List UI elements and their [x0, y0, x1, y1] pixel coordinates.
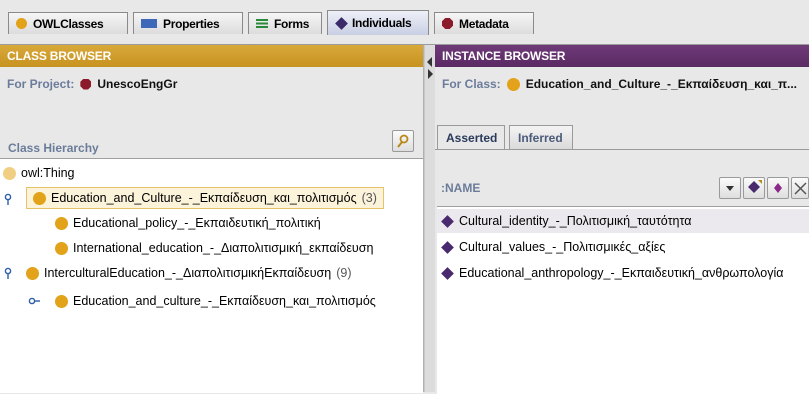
tab-properties[interactable]: Properties: [133, 12, 243, 34]
individual-diamond-icon: [441, 266, 454, 280]
add-instance-button[interactable]: [767, 177, 789, 199]
class-circle-icon: [3, 166, 16, 180]
project-hexagon-icon: [80, 78, 92, 90]
class-circle-icon: [506, 77, 520, 91]
tree-node[interactable]: InterculturalEducation_-_ΔιαπολιτισμικήΕ…: [26, 263, 351, 283]
instance-list-item[interactable]: Educational_anthropology_-_Εκπαιδευτική_…: [437, 261, 809, 285]
instance-label: Cultural_values_-_Πολιτισμικές_αξίες: [459, 240, 666, 254]
properties-rect-icon: [141, 19, 157, 28]
individual-diamond-icon: [441, 240, 454, 254]
tree-node[interactable]: owl:Thing: [3, 163, 75, 183]
tab-forms[interactable]: Forms: [248, 12, 322, 34]
instance-toolbar: :NAME: [437, 171, 809, 205]
instance-subtabs: Asserted Inferred: [435, 119, 809, 149]
create-instance-icon: [748, 180, 762, 193]
tree-node-selected[interactable]: Education_and_Culture_-_Εκπαίδευση_και_π…: [26, 187, 384, 209]
tree-node-label: Education_and_culture_-_Εκπαίδευση_και_π…: [73, 294, 376, 308]
for-class-line: For Class: Education_and_Culture_-_Εκπαί…: [435, 67, 809, 101]
find-person-icon: [397, 134, 409, 148]
create-instance-button[interactable]: [743, 177, 765, 199]
project-name: UnescoEngGr: [97, 77, 178, 91]
instance-list-item[interactable]: Cultural_identity_-_Πολιτισμική_ταυτότητ…: [437, 209, 809, 233]
for-project-label: For Project:: [7, 77, 75, 91]
name-column-label: :NAME: [441, 181, 481, 195]
class-circle-icon: [55, 294, 68, 308]
forms-lines-icon: [256, 19, 268, 28]
collapsed-handle-icon[interactable]: [28, 296, 42, 306]
collapse-right-arrow-icon[interactable]: [428, 69, 433, 79]
delete-x-icon: [794, 182, 807, 195]
tree-node-label: owl:Thing: [21, 166, 75, 180]
selected-class-name: Education_and_Culture_-_Εκπαίδευση_και_π…: [525, 77, 798, 91]
expanded-handle-icon[interactable]: [3, 267, 13, 281]
tree-node[interactable]: Educational_policy_-_Εκπαιδευτική_πολιτι…: [55, 213, 321, 233]
instance-count: (9): [336, 266, 352, 280]
class-hierarchy-header: Class Hierarchy: [0, 119, 423, 157]
class-circle-icon: [55, 241, 68, 255]
instance-diamond-icon: [774, 183, 782, 193]
metadata-hexagon-icon: [442, 18, 453, 29]
delete-instance-button[interactable]: [791, 177, 809, 199]
collapse-left-arrow-icon[interactable]: [427, 57, 432, 67]
class-tree: owl:Thing Education_and_Culture_-_Εκπαίδ…: [0, 158, 423, 393]
view-dropdown-button[interactable]: [719, 177, 741, 199]
instance-list-area: :NAME Cultural_identity_-_Πολιτισμική_τα…: [435, 149, 809, 394]
expanded-handle-icon[interactable]: [3, 193, 13, 207]
instance-list-item[interactable]: Cultural_values_-_Πολιτισμικές_αξίες: [437, 235, 809, 259]
class-circle-icon: [16, 18, 27, 29]
dropdown-arrow-icon: [726, 186, 734, 191]
tab-asserted[interactable]: Asserted: [437, 125, 505, 149]
tab-label: Metadata: [459, 16, 509, 31]
main-tab-bar: OWLClasses Properties Forms Individuals …: [0, 0, 809, 45]
for-class-label: For Class:: [442, 77, 501, 91]
instance-browser-title: INSTANCE BROWSER: [435, 45, 809, 67]
individual-diamond-icon: [441, 214, 454, 228]
class-browser-panel: CLASS BROWSER For Project: UnescoEngGr C…: [0, 45, 424, 393]
instance-label: Educational_anthropology_-_Εκπαιδευτική_…: [459, 266, 784, 280]
tab-owlclasses[interactable]: OWLClasses: [8, 12, 128, 34]
class-circle-icon: [55, 216, 68, 230]
instance-count: (3): [361, 191, 377, 205]
find-class-button[interactable]: [392, 130, 414, 152]
instance-label: Cultural_identity_-_Πολιτισμική_ταυτότητ…: [459, 214, 692, 228]
tab-label: Properties: [163, 16, 220, 31]
tree-node-label: InterculturalEducation_-_ΔιαπολιτισμικήΕ…: [44, 266, 332, 280]
project-line: For Project: UnescoEngGr: [0, 67, 423, 101]
tree-node-label: Educational_policy_-_Εκπαιδευτική_πολιτι…: [73, 216, 321, 230]
tab-individuals[interactable]: Individuals: [327, 10, 429, 35]
individual-diamond-icon: [335, 16, 348, 30]
tab-label: Forms: [274, 16, 310, 31]
tree-node-label: Education_and_Culture_-_Εκπαίδευση_και_π…: [51, 191, 357, 205]
tab-label: OWLClasses: [33, 16, 104, 31]
class-circle-icon: [33, 191, 46, 205]
instance-browser-panel: INSTANCE BROWSER For Class: Education_an…: [435, 45, 809, 394]
tab-label: Individuals: [352, 16, 412, 30]
class-hierarchy-label: Class Hierarchy: [8, 141, 99, 155]
tree-node[interactable]: Education_and_culture_-_Εκπαίδευση_και_π…: [55, 291, 376, 311]
instance-list: Cultural_identity_-_Πολιτισμική_ταυτότητ…: [437, 206, 809, 394]
tree-node[interactable]: International_education_-_Διαπολιτισμική…: [55, 238, 373, 258]
tab-metadata[interactable]: Metadata: [434, 12, 534, 34]
class-browser-title: CLASS BROWSER: [0, 45, 423, 67]
tab-inferred[interactable]: Inferred: [509, 125, 573, 149]
class-circle-icon: [26, 266, 39, 280]
tree-node-label: International_education_-_Διαπολιτισμική…: [73, 241, 374, 255]
